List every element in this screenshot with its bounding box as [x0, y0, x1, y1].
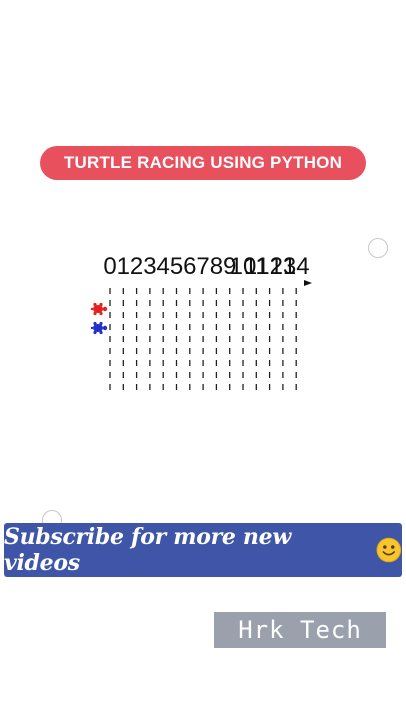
channel-watermark: Hrk Tech: [214, 612, 386, 648]
lane-number: 6: [183, 253, 196, 280]
turtle-blue-icon: [90, 321, 108, 335]
lane-number: 0: [103, 253, 116, 280]
race-canvas: 0 1 2 3 4 5 6 7 8 91011121314: [90, 253, 312, 390]
lane-number: 3: [143, 253, 156, 280]
lane-number: 8: [210, 253, 223, 280]
lane-number: 14: [283, 253, 310, 280]
lane-number: 2: [130, 253, 143, 280]
lane-number: 7: [196, 253, 209, 280]
smiley-icon: [376, 537, 402, 563]
turtle-red-icon: [90, 302, 108, 316]
lane-number: 4: [157, 253, 170, 280]
subscribe-text: Subscribe for more new videos: [4, 524, 291, 576]
lane-number: 5: [170, 253, 183, 280]
page-title: TURTLE RACING USING PYTHON: [40, 146, 366, 180]
lane-number: 1: [117, 253, 130, 280]
subscribe-banner: Subscribe for more new videos: [4, 523, 402, 577]
turtle-cursor-icon: [304, 280, 312, 286]
